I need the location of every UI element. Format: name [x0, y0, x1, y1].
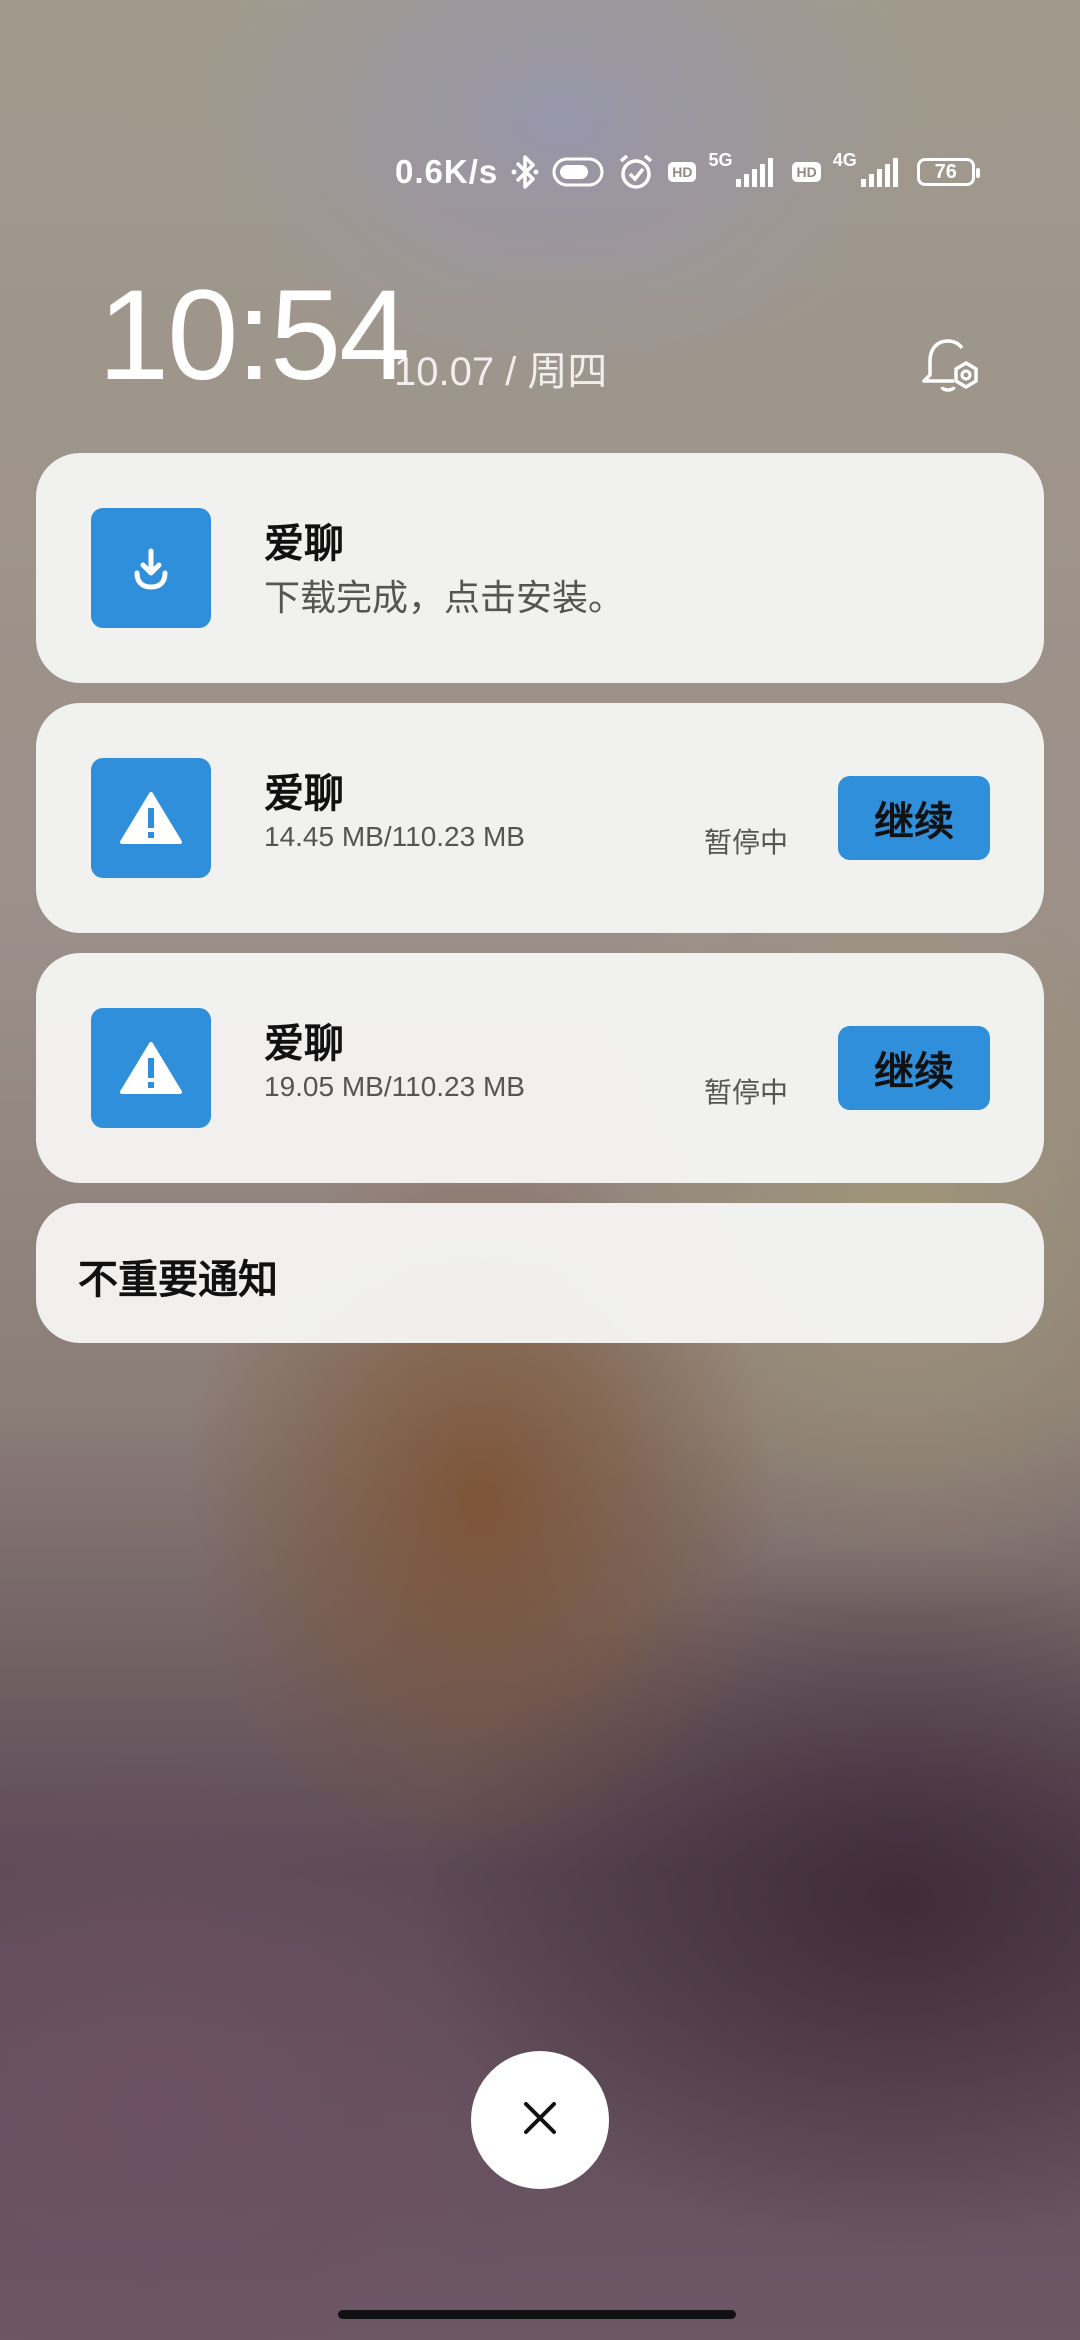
download-progress-text: 19.05 MB/110.23 MB [264, 1071, 525, 1102]
signal-icon [859, 155, 905, 189]
battery-indicator: 76 [916, 158, 980, 186]
clear-notifications-button[interactable] [471, 2051, 609, 2189]
notification-title: 爱聊 [264, 1022, 344, 1066]
notification-settings-icon[interactable] [918, 333, 984, 399]
notification-title: 爱聊 [264, 522, 344, 566]
notification-card-download-complete[interactable]: 爱聊 下载完成，点击安装。 [36, 453, 1044, 683]
toggle-icon [552, 155, 604, 189]
network-type-label: 4G [832, 149, 857, 170]
home-indicator[interactable] [338, 2310, 736, 2319]
download-icon [91, 508, 211, 628]
download-status: 暂停中 [704, 827, 789, 858]
notification-title: 爱聊 [264, 772, 344, 816]
download-status: 暂停中 [704, 1077, 789, 1108]
notification-text: 下载完成，点击安装。 [264, 577, 625, 618]
network-type-label: 5G [708, 149, 733, 170]
continue-button[interactable]: 继续 [838, 776, 990, 860]
minor-notifications-group[interactable]: 不重要通知 [36, 1203, 1044, 1343]
hd-badge: HD [668, 162, 697, 182]
alarm-icon [616, 152, 656, 192]
hd-badge: HD [792, 162, 821, 182]
close-icon [520, 2098, 560, 2143]
signal-icon [734, 155, 780, 189]
bluetooth-icon [510, 152, 540, 192]
warning-icon [91, 758, 211, 878]
clock: 10:54 [98, 264, 410, 407]
status-bar: 0.6K/s HD 5G HD 4G 76 [395, 149, 980, 194]
date: 10.07 / 周四 [394, 350, 608, 394]
warning-icon [91, 1008, 211, 1128]
notification-card-download-paused[interactable]: 爱聊 19.05 MB/110.23 MB 暂停中 继续 [36, 953, 1044, 1183]
notification-card-download-paused[interactable]: 爱聊 14.45 MB/110.23 MB 暂停中 继续 [36, 703, 1044, 933]
download-progress-text: 14.45 MB/110.23 MB [264, 821, 525, 852]
continue-button[interactable]: 继续 [838, 1026, 990, 1110]
network-speed: 0.6K/s [395, 153, 499, 190]
minor-notifications-label: 不重要通知 [78, 1258, 278, 1302]
